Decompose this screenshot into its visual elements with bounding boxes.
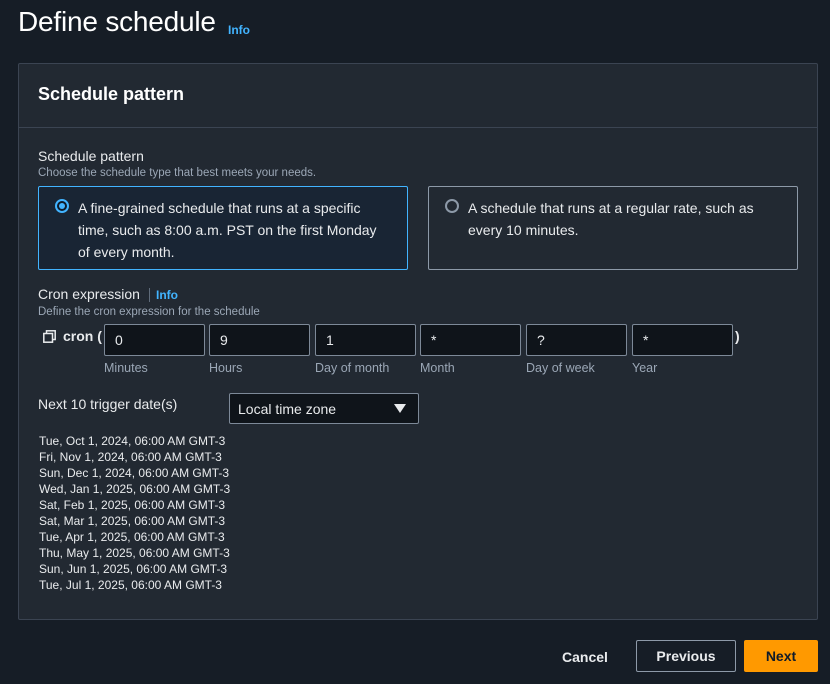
cron-day-of-month-input[interactable] <box>315 324 416 356</box>
cron-year-input[interactable] <box>632 324 733 356</box>
trigger-date: Sat, Feb 1, 2025, 06:00 AM GMT-3 <box>39 498 226 512</box>
cancel-button[interactable]: Cancel <box>562 649 608 665</box>
trigger-date: Tue, Oct 1, 2024, 06:00 AM GMT-3 <box>39 434 226 448</box>
cron-minutes-caption: Minutes <box>104 361 148 375</box>
cron-month-caption: Month <box>420 361 455 375</box>
timezone-select-value: Local time zone <box>238 401 337 417</box>
panel-header: Schedule pattern <box>19 64 817 128</box>
trigger-date: Fri, Nov 1, 2024, 06:00 AM GMT-3 <box>39 450 222 464</box>
cron-day-of-week-caption: Day of week <box>526 361 595 375</box>
timezone-select[interactable]: Local time zone <box>229 393 419 424</box>
label-divider <box>149 288 150 302</box>
copy-icon[interactable] <box>43 330 56 343</box>
page-title: Define schedule <box>18 6 216 37</box>
trigger-date: Tue, Jul 1, 2025, 06:00 AM GMT-3 <box>39 578 222 592</box>
title-info-link[interactable]: Info <box>228 23 250 37</box>
trigger-date: Sun, Jun 1, 2025, 06:00 AM GMT-3 <box>39 562 228 576</box>
cron-prefix: cron ( <box>63 328 102 344</box>
option-label: A fine-grained schedule that runs at a s… <box>78 200 377 260</box>
trigger-dates-list: Tue, Oct 1, 2024, 06:00 AM GMT-3 Fri, No… <box>39 433 230 593</box>
trigger-date: Tue, Apr 1, 2025, 06:00 AM GMT-3 <box>39 530 225 544</box>
next-trigger-dates-label: Next 10 trigger date(s) <box>38 396 178 412</box>
panel-title: Schedule pattern <box>38 84 185 104</box>
cron-day-of-week-input[interactable] <box>526 324 627 356</box>
cron-hours-caption: Hours <box>209 361 243 375</box>
radio-unselected-icon[interactable] <box>445 199 459 213</box>
cron-minutes-input[interactable] <box>104 324 205 356</box>
schedule-pattern-label: Schedule pattern <box>38 148 144 164</box>
trigger-date: Thu, May 1, 2025, 06:00 AM GMT-3 <box>39 546 230 560</box>
caret-down-icon <box>394 404 406 413</box>
option-rate-schedule[interactable]: A schedule that runs at a regular rate, … <box>428 186 798 270</box>
trigger-date: Wed, Jan 1, 2025, 06:00 AM GMT-3 <box>39 482 231 496</box>
cron-info-link[interactable]: Info <box>156 288 178 302</box>
trigger-date: Sat, Mar 1, 2025, 06:00 AM GMT-3 <box>39 514 226 528</box>
cron-month-input[interactable] <box>420 324 521 356</box>
cron-suffix: ) <box>735 328 740 344</box>
trigger-date: Sun, Dec 1, 2024, 06:00 AM GMT-3 <box>39 466 230 480</box>
previous-button[interactable]: Previous <box>636 640 736 672</box>
option-fine-grained-schedule[interactable]: A fine-grained schedule that runs at a s… <box>38 186 408 270</box>
cron-hours-input[interactable] <box>209 324 310 356</box>
cron-day-of-month-caption: Day of month <box>315 361 390 375</box>
cron-year-caption: Year <box>632 361 658 375</box>
schedule-pattern-panel: Schedule pattern Schedule pattern Choose… <box>18 63 818 620</box>
cron-expression-description: Define the cron expression for the sched… <box>38 306 260 318</box>
radio-selected-icon[interactable] <box>55 199 69 213</box>
cron-expression-label: Cron expression <box>38 286 140 302</box>
option-label: A schedule that runs at a regular rate, … <box>468 200 754 238</box>
next-button[interactable]: Next <box>744 640 818 672</box>
schedule-pattern-description: Choose the schedule type that best meets… <box>38 167 317 179</box>
